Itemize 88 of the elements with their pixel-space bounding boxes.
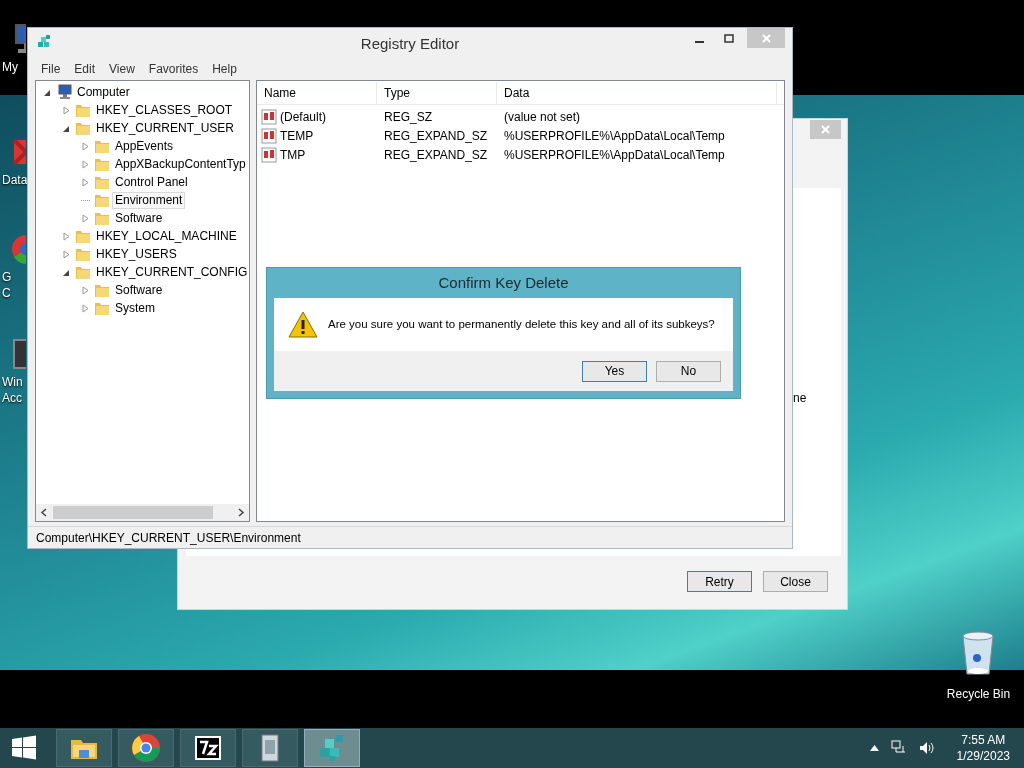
collapsed-arrow-icon[interactable] — [81, 177, 90, 187]
column-header[interactable]: Data — [497, 81, 777, 104]
dialog-button[interactable]: Yes — [582, 360, 647, 382]
dialog-title: Confirm Key Delete — [437, 273, 570, 293]
value-data: (value not set) — [503, 108, 581, 126]
collapsed-arrow-icon[interactable] — [81, 213, 90, 223]
icon-label[interactable]: C — [0, 285, 11, 301]
tree-item[interactable]: HKEY_LOCAL_MACHINE — [93, 227, 240, 245]
show-hidden-icons-icon[interactable] — [869, 745, 879, 751]
clock-time[interactable]: 7:55 AM — [956, 732, 1010, 748]
start-icon[interactable] — [10, 734, 38, 762]
collapsed-arrow-icon[interactable] — [62, 249, 71, 259]
tree-item[interactable]: HKEY_CURRENT_USER — [93, 119, 238, 137]
value-data: %USERPROFILE%\AppData\Local\Temp — [503, 127, 725, 145]
folder-icon — [94, 282, 110, 298]
registry-icon — [36, 34, 52, 50]
collapsed-arrow-icon[interactable] — [81, 159, 90, 169]
column-header[interactable]: Name — [257, 81, 377, 104]
menu-item[interactable]: Edit — [67, 60, 103, 78]
status-bar: Computer\HKEY_CURRENT_USER\Environment — [28, 526, 792, 548]
maximize-icon — [724, 33, 734, 43]
folder-icon — [94, 138, 110, 154]
message-text: ne — [793, 390, 807, 407]
folder-icon — [75, 102, 91, 118]
horizontal-scrollbar[interactable] — [36, 504, 249, 521]
value-data: %USERPROFILE%\AppData\Local\Temp — [503, 146, 725, 164]
string-value-icon — [261, 127, 277, 144]
dialog-button[interactable]: Close — [763, 571, 828, 592]
folder-icon — [75, 246, 91, 262]
tree-item[interactable]: HKEY_USERS — [93, 245, 180, 263]
window-title: Registry Editor — [359, 34, 461, 54]
collapsed-arrow-icon[interactable] — [62, 105, 71, 115]
column-header[interactable]: Type — [377, 81, 497, 104]
dialog-message: Are you sure you want to permanently delete this key and all of its subkeys? — [328, 316, 715, 332]
folder-icon — [94, 174, 110, 190]
tree-item[interactable]: Control Panel — [112, 173, 191, 191]
folder-icon — [94, 192, 110, 208]
collapsed-arrow-icon[interactable] — [62, 231, 71, 241]
icon-label[interactable]: G — [0, 269, 12, 285]
network-icon[interactable] — [890, 740, 907, 756]
browser-icon — [130, 732, 162, 764]
folder-icon — [94, 210, 110, 226]
collapsed-arrow-icon[interactable] — [81, 303, 90, 313]
recycle-bin-icon[interactable] — [959, 630, 996, 678]
tree-item[interactable]: HKEY_CURRENT_CONFIG — [93, 263, 251, 281]
menu-item[interactable]: Help — [205, 60, 244, 78]
icon-label[interactable]: Recycle Bin — [944, 686, 1011, 702]
dialog-button[interactable]: No — [656, 360, 721, 382]
collapsed-arrow-icon[interactable] — [81, 285, 90, 295]
tree-item[interactable]: Software — [112, 209, 166, 227]
icon-label[interactable]: Acc — [0, 390, 22, 406]
menu-item[interactable]: Favorites — [141, 60, 206, 78]
value-name[interactable]: TMP — [280, 145, 306, 164]
folder-icon — [75, 228, 91, 244]
tree-item[interactable]: Software — [112, 281, 166, 299]
value-name[interactable]: TEMP — [280, 126, 314, 145]
string-value-icon — [261, 108, 277, 125]
value-type: REG_SZ — [383, 108, 433, 126]
scrollbar-thumb[interactable] — [53, 506, 213, 519]
string-value-icon — [261, 146, 277, 163]
value-type: REG_EXPAND_SZ — [383, 127, 489, 145]
volume-icon[interactable] — [918, 740, 935, 756]
folder-icon — [94, 156, 110, 172]
tree-item[interactable]: AppXBackupContentTyp — [112, 155, 249, 173]
dialog-button[interactable]: Retry — [687, 571, 752, 592]
menu-item[interactable]: View — [102, 60, 142, 78]
taskbar-button[interactable] — [180, 729, 236, 767]
tree-item[interactable]: System — [112, 299, 158, 317]
folder-icon — [75, 264, 91, 280]
folder-icon — [75, 120, 91, 136]
value-name[interactable]: (Default) — [280, 107, 326, 126]
icon-label[interactable]: Data — [0, 172, 28, 188]
icon-label[interactable]: Win — [0, 374, 23, 390]
icon-label[interactable]: My — [0, 59, 18, 75]
tree-item[interactable]: HKEY_CLASSES_ROOT — [93, 101, 236, 119]
tree-item[interactable]: AppEvents — [112, 137, 177, 155]
close-icon — [761, 33, 771, 43]
menu-item[interactable]: File — [34, 60, 68, 78]
warning-icon — [288, 311, 318, 338]
folder-icon — [94, 300, 110, 316]
computer-icon — [56, 84, 72, 100]
minimize-icon — [694, 41, 704, 43]
clock-date[interactable]: 1/29/2023 — [956, 748, 1010, 764]
value-type: REG_EXPAND_SZ — [383, 146, 489, 164]
close-icon — [821, 125, 830, 134]
tree-item[interactable]: Computer — [74, 83, 133, 101]
tree-item[interactable]: Environment — [112, 191, 186, 209]
collapsed-arrow-icon[interactable] — [81, 141, 90, 151]
